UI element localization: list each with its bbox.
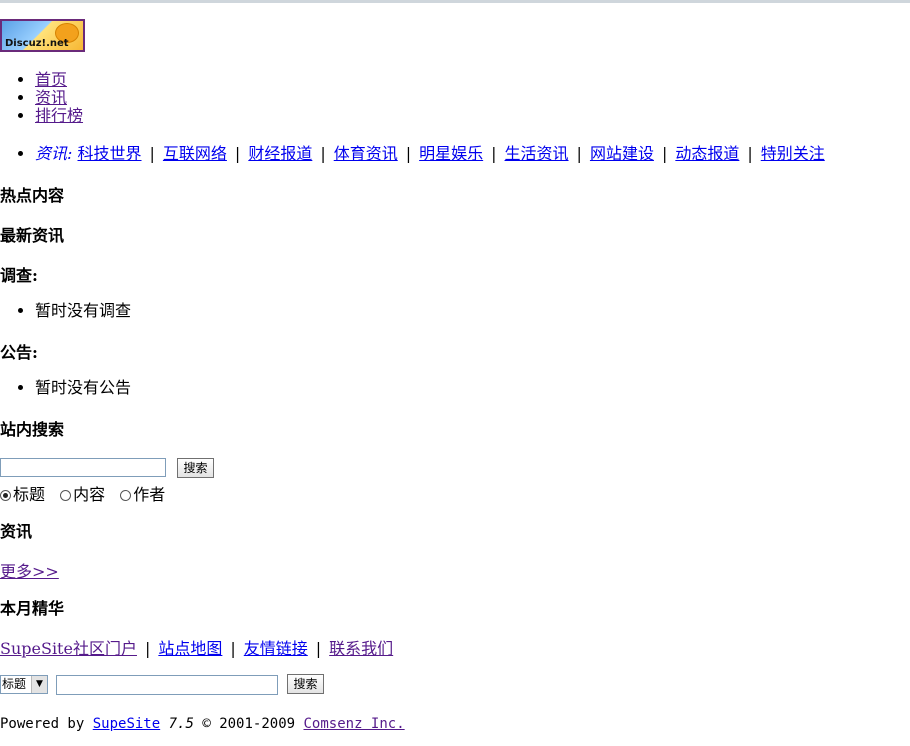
nav-item: 排行榜 — [35, 107, 83, 125]
radio-title-label: 标题 — [13, 485, 46, 504]
monthly-heading: 本月精华 — [0, 599, 65, 618]
category-list-item: 资讯: 科技世界 | 互联网络 | 财经报道 | 体育资讯 | 明星娱乐 | 生活资讯 | 网站建设 | 动… — [35, 145, 825, 163]
separator: | — [144, 639, 151, 658]
category-link[interactable]: 体育资讯 — [334, 144, 398, 163]
category-link[interactable]: 明星娱乐 — [419, 144, 483, 163]
category-link[interactable]: 生活资讯 — [505, 144, 569, 163]
radio-author-group[interactable]: 作者 — [120, 485, 165, 504]
footer-search-button[interactable]: 搜索 — [287, 674, 324, 694]
site-logo[interactable]: Discuz!.net — [0, 19, 85, 52]
separator: | — [230, 639, 236, 658]
more-link-wrap: 更多>> — [0, 558, 59, 582]
top-border — [0, 0, 910, 3]
announce-empty-text: 暂时没有公告 — [35, 379, 131, 397]
footer-links: SupeSite社区门户 | 站点地图 | 友情链接 | 联系我们 — [0, 635, 393, 659]
category-link[interactable]: 科技世界 — [78, 144, 142, 163]
poll-list: 暂时没有调查 — [0, 302, 131, 320]
footer-search-type-select[interactable]: 标题 ▼ — [0, 675, 48, 694]
category-link[interactable]: 财经报道 — [248, 144, 312, 163]
powered-prefix: Powered by — [0, 716, 85, 732]
logo-text: Discuz!.net — [5, 38, 69, 49]
category-link[interactable]: 互联网络 — [163, 144, 227, 163]
hot-heading: 热点内容 — [0, 186, 65, 205]
footer-link-sitemap[interactable]: 站点地图 — [158, 639, 222, 658]
announce-list: 暂时没有公告 — [0, 379, 131, 397]
nav-news-link[interactable]: 资讯 — [35, 88, 67, 107]
company-link[interactable]: Comsenz Inc. — [304, 716, 405, 732]
category-label: 资讯: — [35, 144, 73, 163]
separator: | — [747, 144, 753, 163]
search-input[interactable] — [0, 458, 166, 477]
footer-link-contact[interactable]: 联系我们 — [329, 639, 393, 658]
product-version: 7.5 — [168, 716, 194, 732]
powered-by: Powered by SupeSite 7.5 © 2001-2009 Coms… — [0, 716, 405, 732]
category-nav: 资讯: 科技世界 | 互联网络 | 财经报道 | 体育资讯 | 明星娱乐 | 生活资讯 | 网站建设 | 动… — [0, 145, 825, 163]
radio-author-label: 作者 — [133, 485, 166, 504]
radio-content-group[interactable]: 内容 — [60, 485, 105, 504]
copyright: © 2001-2009 — [202, 716, 296, 732]
more-link[interactable]: 更多>> — [0, 562, 59, 581]
chevron-down-icon[interactable]: ▼ — [31, 676, 47, 693]
separator: | — [315, 639, 322, 658]
separator: | — [661, 144, 668, 163]
news-heading: 资讯 — [0, 522, 33, 541]
nav-ranking-link[interactable]: 排行榜 — [35, 106, 83, 125]
category-link[interactable]: 网站建设 — [590, 144, 654, 163]
radio-title-group[interactable]: 标题 — [0, 485, 45, 504]
footer-link-portal[interactable]: SupeSite社区门户 — [0, 639, 137, 658]
separator: | — [491, 144, 497, 163]
separator: | — [234, 144, 241, 163]
poll-heading: 调查: — [0, 266, 38, 285]
nav-item: 首页 — [35, 71, 83, 89]
product-link[interactable]: SupeSite — [93, 716, 160, 732]
radio-content-label: 内容 — [73, 485, 106, 504]
radio-content[interactable] — [60, 490, 72, 501]
main-nav: 首页 资讯 排行榜 — [0, 71, 83, 125]
separator: | — [149, 144, 155, 163]
radio-title[interactable] — [0, 490, 11, 501]
separator: | — [320, 144, 326, 163]
footer-search-input[interactable] — [56, 675, 278, 695]
search-scope-radios: 标题 内容 作者 — [0, 481, 175, 505]
separator: | — [576, 144, 582, 163]
category-link[interactable]: 动态报道 — [675, 144, 739, 163]
category-link[interactable]: 特别关注 — [761, 144, 825, 163]
nav-item: 资讯 — [35, 89, 83, 107]
radio-author[interactable] — [120, 490, 132, 501]
latest-heading: 最新资讯 — [0, 226, 65, 245]
poll-empty-text: 暂时没有调查 — [35, 302, 131, 320]
select-value: 标题 — [2, 677, 27, 691]
nav-home-link[interactable]: 首页 — [35, 70, 67, 89]
search-button[interactable]: 搜索 — [177, 458, 214, 478]
footer-link-friends[interactable]: 友情链接 — [244, 639, 308, 658]
announce-heading: 公告: — [0, 343, 38, 362]
separator: | — [405, 144, 412, 163]
search-heading: 站内搜索 — [0, 420, 65, 439]
